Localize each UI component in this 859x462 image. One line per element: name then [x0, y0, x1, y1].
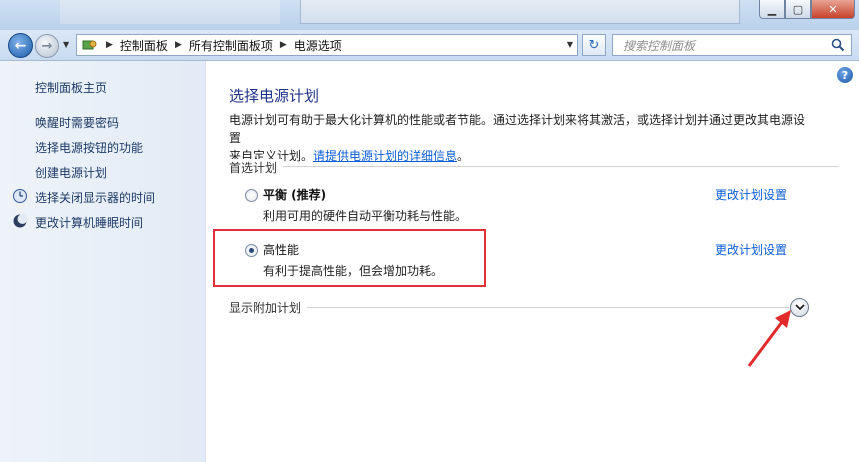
show-additional-plans-label[interactable]: 显示附加计划 — [229, 299, 308, 316]
navigation-bar: ← → ▼ ▶ 控制面板 ▶ 所有控制面板项 ▶ 电源选项 ▼ ↻ 搜索控制面板 — [0, 30, 859, 60]
preferred-plans-group: 首选计划 — [229, 159, 839, 176]
breadcrumb-separator-icon[interactable]: ▶ — [280, 40, 287, 50]
help-icon: ? — [841, 68, 849, 82]
sidebar-item-home[interactable]: 控制面板主页 — [35, 79, 107, 96]
chevron-down-icon: ▼ — [566, 40, 573, 49]
plan-balanced-radio[interactable] — [245, 189, 258, 202]
plan-balanced-name[interactable]: 平衡 (推荐) — [263, 186, 326, 203]
breadcrumb-separator-icon[interactable]: ▶ — [175, 40, 182, 50]
page-title: 选择电源计划 — [229, 87, 320, 105]
background-window — [60, 0, 280, 24]
group-label: 首选计划 — [229, 159, 284, 176]
description-text: 电源计划可有助于最大化计算机的性能或者节能。通过选择计划来将其激活，或选择计划并… — [229, 113, 806, 145]
refresh-icon: ↻ — [588, 37, 600, 53]
address-dropdown[interactable]: ▼ — [567, 40, 573, 49]
minimize-icon: ▁ — [767, 2, 777, 16]
refresh-button[interactable]: ↻ — [582, 34, 606, 56]
help-button[interactable]: ? — [837, 67, 853, 83]
maximize-button[interactable]: ▢ — [785, 0, 811, 19]
sidebar-item-create-plan[interactable]: 创建电源计划 — [35, 164, 107, 181]
breadcrumb-all-items[interactable]: 所有控制面板项 — [189, 37, 273, 54]
title-bar: ▁ ▢ ✕ — [0, 0, 859, 30]
control-panel-icon — [81, 37, 99, 53]
search-box[interactable]: 搜索控制面板 — [612, 34, 852, 56]
window-controls: ▁ ▢ ✕ — [759, 0, 855, 20]
minimize-button[interactable]: ▁ — [759, 0, 785, 19]
moon-icon — [12, 213, 28, 229]
additional-plans-group: 显示附加计划 — [229, 299, 789, 316]
plan-balanced-desc: 利用可用的硬件自动平衡功耗与性能。 — [263, 209, 468, 223]
group-divider — [229, 307, 789, 308]
plan-balanced-change-link[interactable]: 更改计划设置 — [715, 186, 787, 203]
sidebar-item-display-off[interactable]: 选择关闭显示器的时间 — [35, 189, 155, 206]
sidebar-item-power-button[interactable]: 选择电源按钮的功能 — [35, 139, 143, 156]
group-divider — [229, 166, 839, 167]
close-button[interactable]: ✕ — [811, 0, 855, 19]
arrow-left-icon: ← — [14, 37, 27, 54]
sidebar-item-wake-password[interactable]: 唤醒时需要密码 — [35, 114, 119, 131]
back-button[interactable]: ← — [8, 33, 33, 58]
chevron-down-icon: ▼ — [63, 40, 70, 49]
display-clock-icon — [12, 188, 28, 204]
breadcrumb: ▶ 控制面板 ▶ 所有控制面板项 ▶ 电源选项 — [99, 37, 342, 54]
plan-high-performance-name[interactable]: 高性能 — [263, 241, 299, 258]
close-icon: ✕ — [828, 2, 838, 16]
background-window — [300, 0, 740, 24]
sidebar: 控制面板主页 唤醒时需要密码 选择电源按钮的功能 创建电源计划 选择关闭显示器的… — [0, 61, 206, 462]
maximize-icon: ▢ — [792, 2, 804, 16]
plan-high-performance-radio[interactable] — [245, 244, 258, 257]
plan-high-performance-change-link[interactable]: 更改计划设置 — [715, 241, 787, 258]
breadcrumb-control-panel[interactable]: 控制面板 — [120, 37, 168, 54]
page-description: 电源计划可有助于最大化计算机的性能或者节能。通过选择计划来将其激活，或选择计划并… — [229, 111, 809, 165]
search-input[interactable]: 搜索控制面板 — [623, 37, 695, 54]
address-bar[interactable]: ▶ 控制面板 ▶ 所有控制面板项 ▶ 电源选项 ▼ — [76, 34, 578, 56]
search-icon[interactable] — [831, 38, 845, 55]
breadcrumb-power-options[interactable]: 电源选项 — [294, 37, 342, 54]
main-content: ? 选择电源计划 电源计划可有助于最大化计算机的性能或者节能。通过选择计划来将其… — [207, 61, 859, 462]
sidebar-item-sleep-time[interactable]: 更改计算机睡眠时间 — [35, 214, 143, 231]
breadcrumb-separator-icon: ▶ — [106, 40, 113, 50]
recent-pages-dropdown[interactable]: ▼ — [63, 40, 69, 49]
annotation-arrow-icon — [747, 310, 791, 367]
forward-button[interactable]: → — [35, 34, 59, 58]
plan-high-performance-desc: 有利于提高性能，但会增加功耗。 — [263, 264, 444, 278]
arrow-right-icon: → — [41, 38, 53, 54]
